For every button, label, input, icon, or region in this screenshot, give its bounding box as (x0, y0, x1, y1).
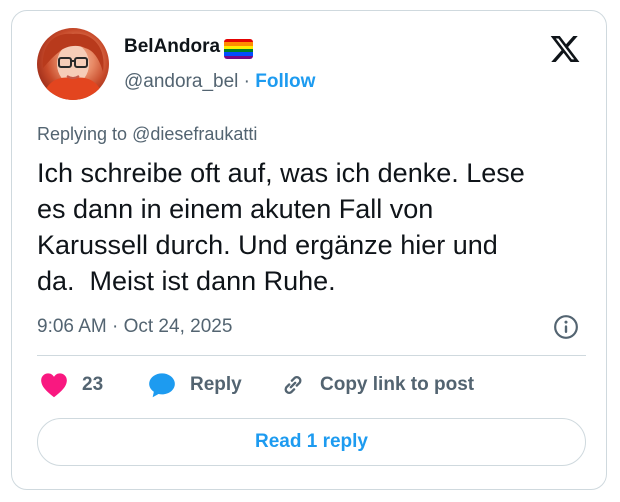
tweet-text: Ich schreibe oft auf, was ich denke. Les… (37, 158, 525, 296)
author-display-name[interactable]: BelAndora (124, 36, 220, 58)
tweet-timestamp[interactable]: 9:06 AM · Oct 24, 2025 (37, 316, 232, 338)
like-count: 23 (82, 374, 104, 395)
replying-to-handle[interactable]: @diesefraukatti (132, 124, 257, 144)
reply-label: Reply (190, 374, 242, 395)
read-replies-button[interactable]: Read 1 reply (37, 418, 586, 466)
heart-icon (41, 373, 67, 398)
author-handle[interactable]: @andora_bel (124, 71, 238, 92)
info-icon[interactable] (553, 314, 579, 340)
link-icon (284, 376, 302, 394)
copy-link-button[interactable]: Copy link to post (280, 372, 474, 398)
read-replies-label: Read 1 reply (255, 431, 368, 452)
copy-link-label: Copy link to post (320, 374, 475, 395)
speech-bubble-icon (149, 373, 175, 398)
x-logo-icon[interactable] (548, 33, 582, 65)
author-handle-row: @andora_bel · Follow (124, 71, 315, 93)
replying-to: Replying to @diesefraukatti (37, 124, 257, 145)
rainbow-flag-icon (224, 39, 253, 59)
like-button[interactable]: 23 (40, 372, 103, 398)
divider (37, 355, 586, 356)
replying-to-prefix: Replying to (37, 124, 128, 144)
avatar[interactable] (37, 28, 109, 100)
reply-button[interactable]: Reply (148, 372, 242, 398)
follow-button[interactable]: Follow (255, 71, 315, 92)
handle-separator: · (243, 71, 250, 92)
